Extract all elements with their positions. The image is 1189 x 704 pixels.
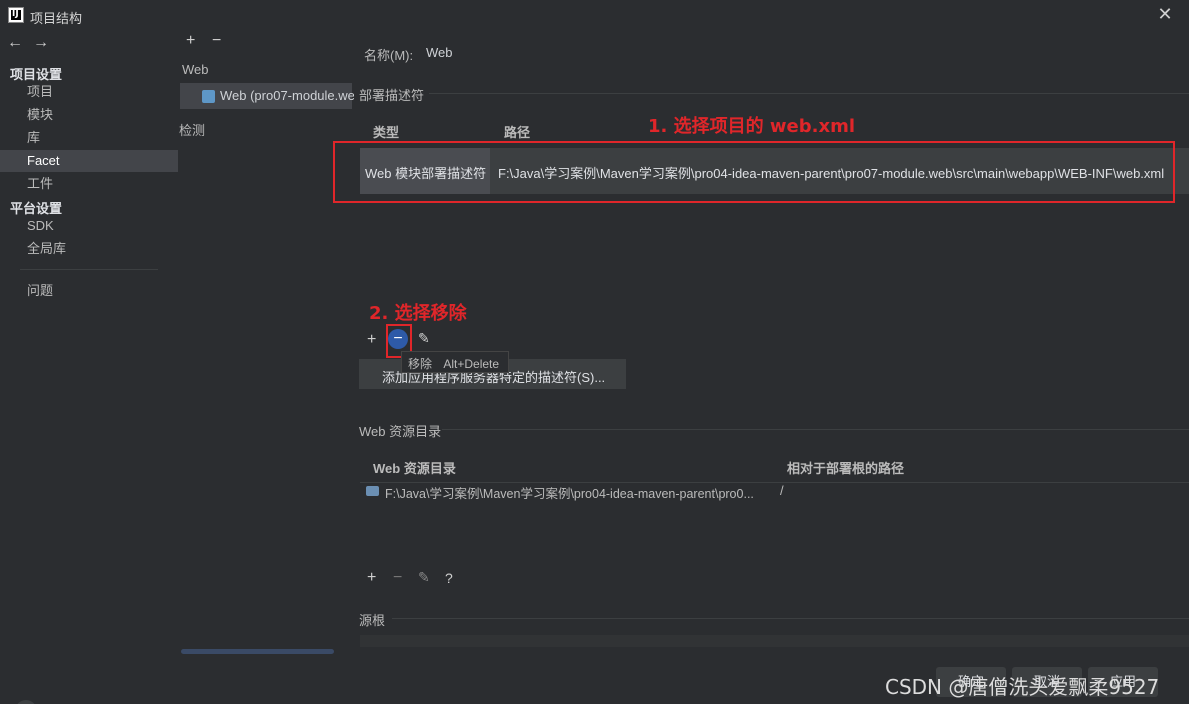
nav-item-libraries[interactable]: 库 bbox=[0, 127, 178, 149]
horizontal-scrollbar[interactable] bbox=[181, 649, 334, 654]
tree-item-detection[interactable]: 检测 bbox=[179, 120, 205, 139]
nav-item-project[interactable]: 项目 bbox=[0, 81, 178, 103]
table-row-resource[interactable]: F:\Java\学习案例\Maven学习案例\pro04-idea-maven-… bbox=[360, 483, 1189, 503]
remove-tooltip: 移除 Alt+Delete bbox=[401, 351, 509, 373]
source-roots-heading: 源根 bbox=[359, 613, 386, 628]
web-resource-directories-heading: Web 资源目录 bbox=[359, 424, 442, 439]
column-header-relative-path[interactable]: 相对于部署根的路径 bbox=[787, 458, 904, 477]
add-facet-icon[interactable]: + bbox=[186, 32, 195, 50]
folder-icon bbox=[366, 486, 379, 496]
tooltip-label: 移除 bbox=[408, 357, 433, 371]
nav-item-problems[interactable]: 问题 bbox=[0, 280, 178, 302]
help-resource-icon[interactable]: ? bbox=[445, 570, 453, 586]
intellij-logo-icon: IJ bbox=[8, 7, 24, 23]
edit-descriptor-icon[interactable]: ✎ bbox=[418, 330, 430, 347]
watermark-text: CSDN @唐僧洗头爱飘柔9527 bbox=[885, 675, 1160, 699]
tree-item-label: Web (pro07-module.web) bbox=[220, 88, 354, 103]
section-divider bbox=[442, 429, 1189, 430]
title-bar: IJ 项目结构 ✕ bbox=[0, 0, 1189, 30]
nav-item-global-libraries[interactable]: 全局库 bbox=[0, 238, 178, 260]
nav-item-facet[interactable]: Facet bbox=[0, 150, 178, 172]
annotation-step2: 2. 选择移除 bbox=[369, 303, 467, 324]
resource-dir-cell: F:\Java\学习案例\Maven学习案例\pro04-idea-maven-… bbox=[385, 487, 754, 501]
source-roots-list[interactable] bbox=[360, 635, 1189, 647]
deployment-descriptors-heading: 部署描述符 bbox=[359, 88, 425, 103]
nav-item-sdk[interactable]: SDK bbox=[0, 215, 178, 237]
column-header-resource-dir[interactable]: Web 资源目录 bbox=[373, 458, 456, 477]
add-descriptor-icon[interactable]: + bbox=[367, 331, 376, 349]
relative-path-cell: / bbox=[780, 483, 784, 498]
tree-group-web: Web bbox=[182, 62, 209, 77]
annotation-step1: 1. 选择项目的 web.xml bbox=[648, 116, 855, 137]
remove-facet-icon[interactable]: − bbox=[212, 32, 221, 50]
name-field[interactable]: Web bbox=[426, 45, 453, 60]
column-header-path[interactable]: 路径 bbox=[504, 122, 530, 141]
close-icon[interactable]: ✕ bbox=[1155, 4, 1175, 24]
add-resource-icon[interactable]: + bbox=[367, 569, 376, 587]
window-title: 项目结构 bbox=[30, 11, 83, 26]
back-arrow-icon[interactable]: ← bbox=[7, 34, 23, 52]
section-divider bbox=[392, 618, 1189, 619]
tooltip-shortcut: Alt+Delete bbox=[443, 357, 500, 371]
name-label: 名称(M): bbox=[364, 48, 414, 63]
web-facet-icon bbox=[202, 90, 215, 103]
column-header-type[interactable]: 类型 bbox=[373, 122, 399, 141]
tree-item-web-facet[interactable]: Web (pro07-module.web) bbox=[180, 83, 354, 109]
remove-resource-icon[interactable]: − bbox=[393, 569, 402, 587]
help-icon[interactable]: ? bbox=[15, 700, 37, 704]
facet-settings-panel: 名称(M): Web 部署描述符 类型 路径 Web 模块部署描述符 F:\Ja… bbox=[333, 30, 1189, 704]
annotation-box-step1 bbox=[333, 141, 1175, 203]
forward-arrow-icon[interactable]: → bbox=[33, 34, 49, 52]
facet-tree-panel: + − Web Web (pro07-module.web) 检测 bbox=[178, 30, 354, 704]
edit-resource-icon[interactable]: ✎ bbox=[418, 569, 430, 586]
nav-item-modules[interactable]: 模块 bbox=[0, 104, 178, 126]
section-divider bbox=[429, 93, 1189, 94]
settings-sidebar: ← → 项目设置 项目 模块 库 Facet 工件 平台设置 SDK 全局库 问… bbox=[0, 30, 178, 704]
divider bbox=[20, 269, 158, 270]
nav-item-artifacts[interactable]: 工件 bbox=[0, 173, 178, 195]
